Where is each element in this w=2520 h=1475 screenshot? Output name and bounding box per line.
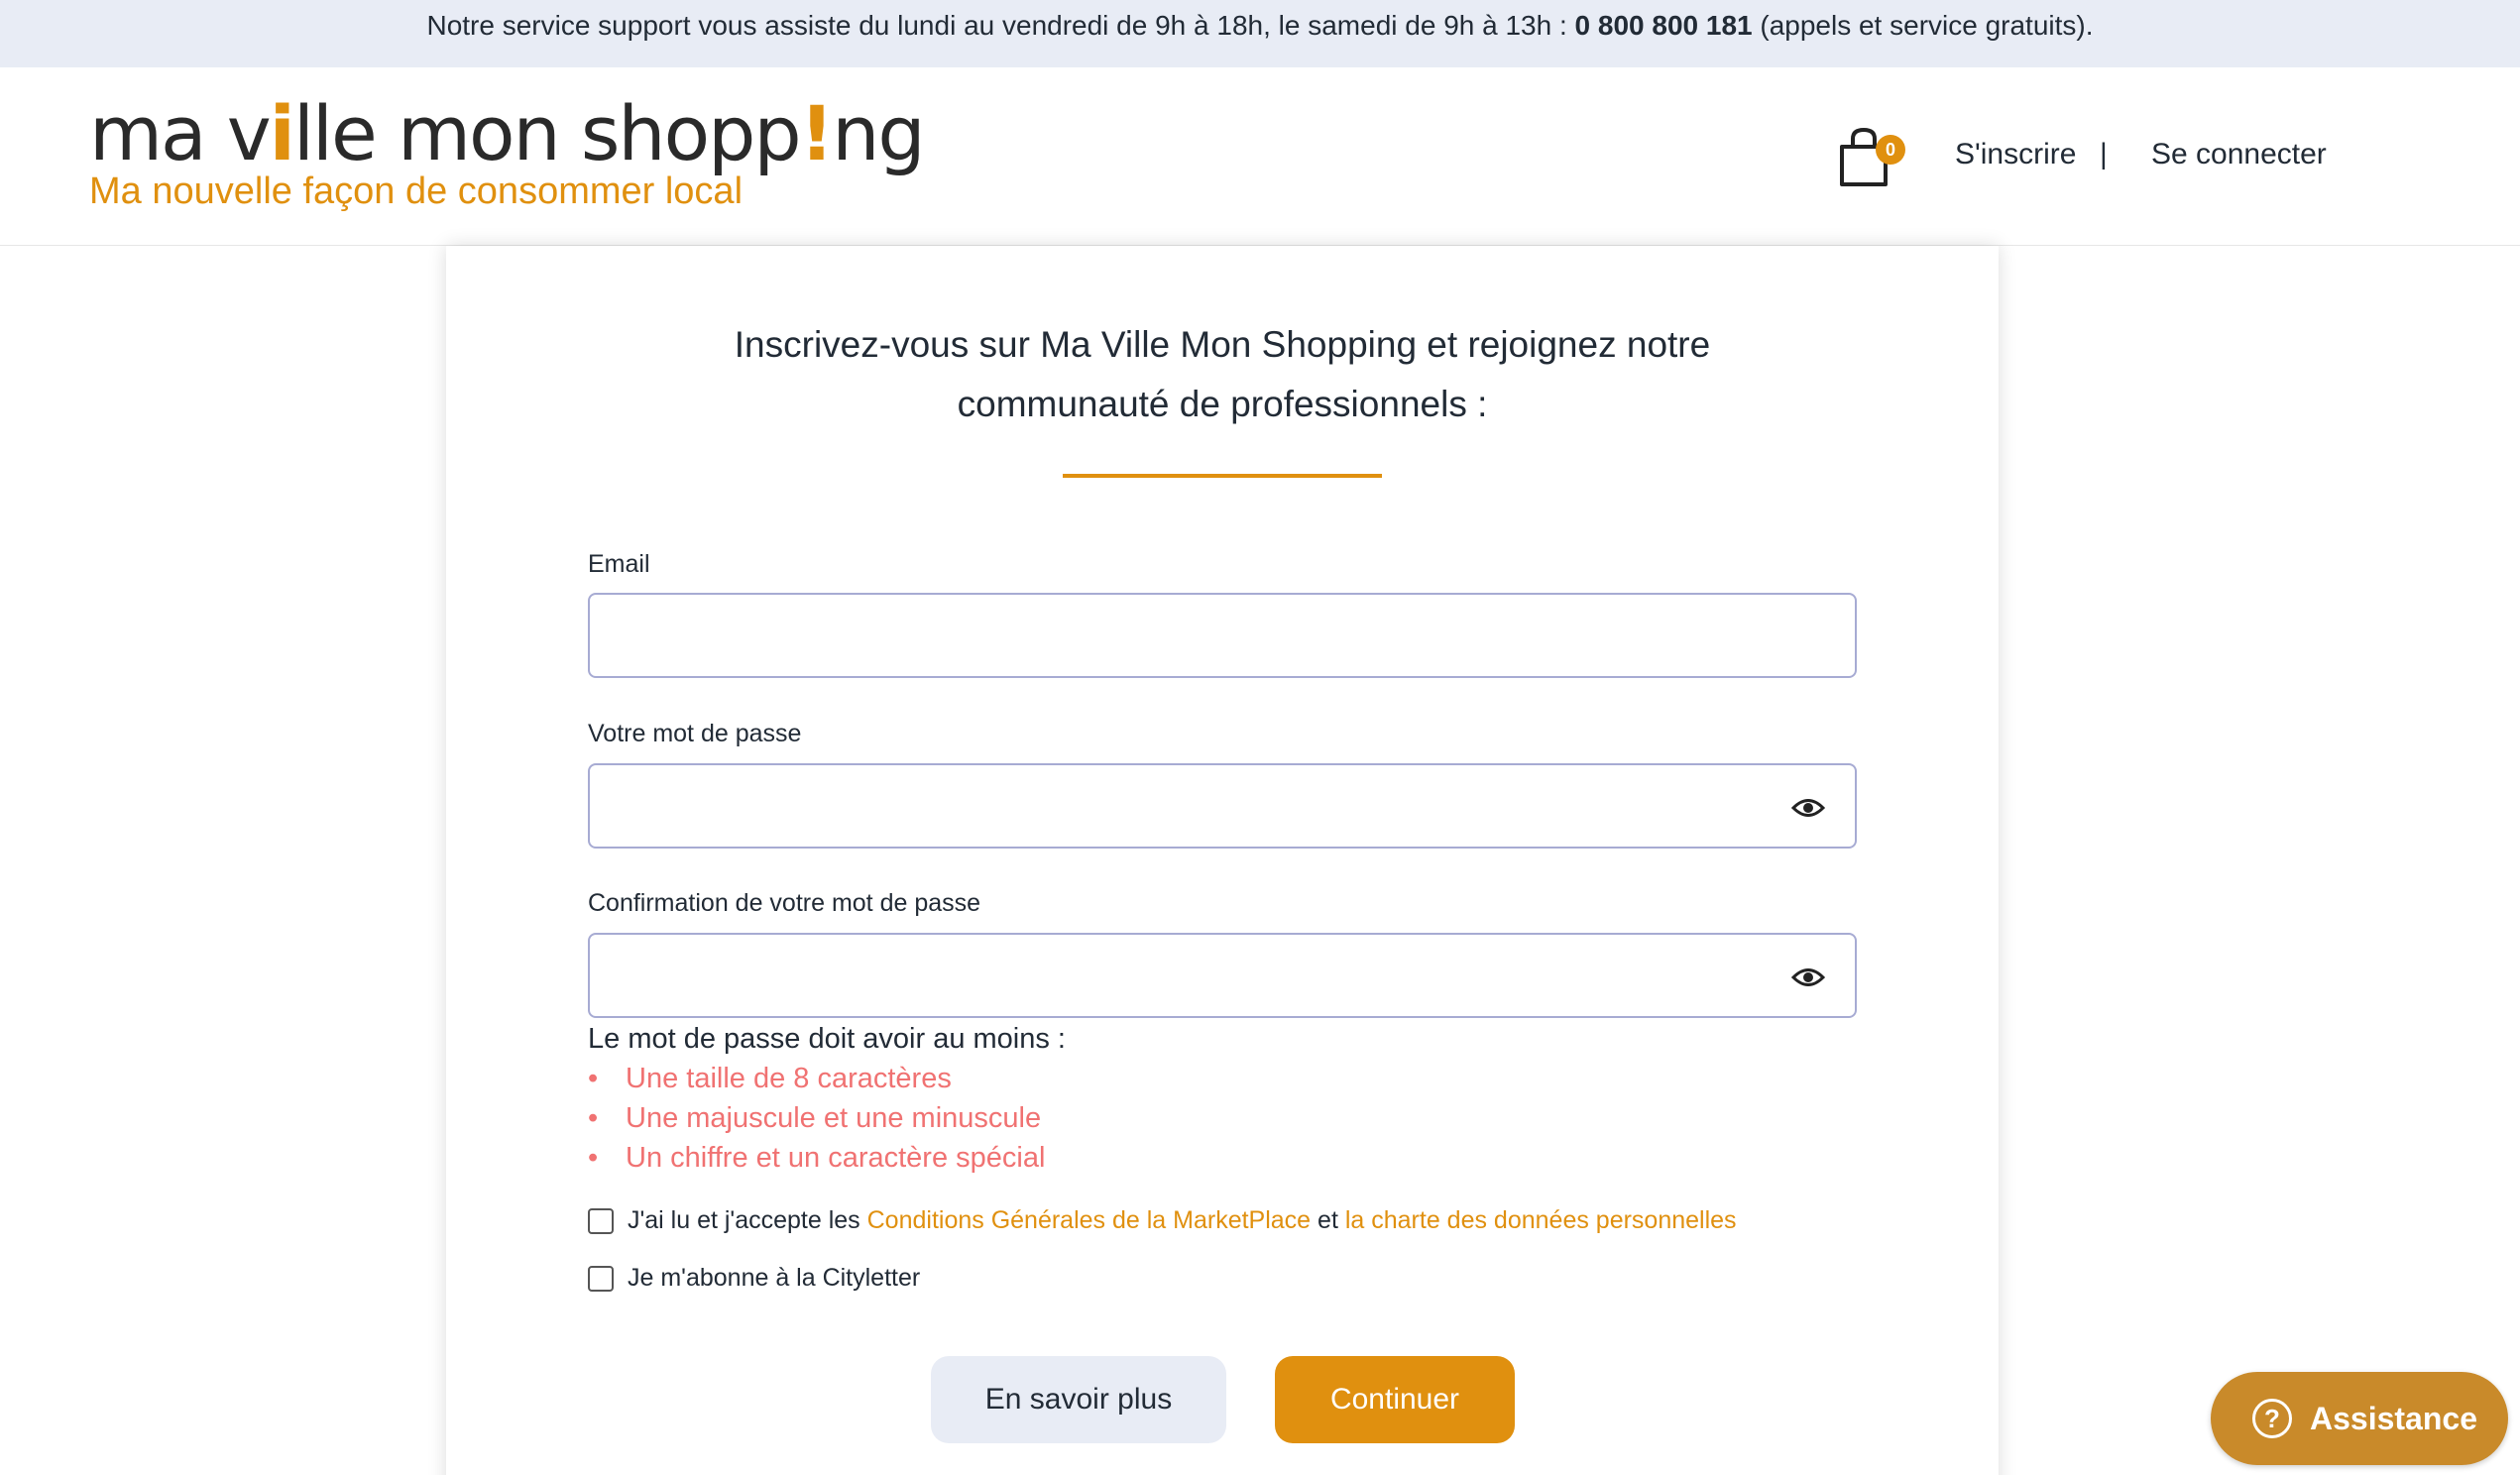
assistance-label: Assistance	[2310, 1401, 2477, 1436]
site-header: ma ville mon shopp!ng Ma nouvelle façon …	[0, 67, 2520, 246]
question-icon: ?	[2252, 1399, 2292, 1438]
password-rule-text: Un chiffre et un caractère spécial	[626, 1142, 1046, 1174]
cart-count-badge: 0	[1876, 135, 1905, 165]
email-label: Email	[588, 550, 650, 578]
signup-card: Inscrivez-vous sur Ma Ville Mon Shopping…	[446, 246, 1999, 1475]
password-rules-heading: Le mot de passe doit avoir au moins :	[588, 1023, 1066, 1055]
logo-text-1: ma v	[89, 89, 272, 177]
login-link[interactable]: Se connecter	[2151, 135, 2327, 174]
page-title: Inscrivez-vous sur Ma Ville Mon Shopping…	[446, 315, 1999, 434]
support-banner: Notre service support vous assiste du lu…	[0, 0, 2520, 67]
newsletter-row: Je m'abonne à la Cityletter	[588, 1261, 920, 1295]
privacy-link[interactable]: la charte des données personnelles	[1345, 1206, 1737, 1234]
learn-more-button[interactable]: En savoir plus	[931, 1356, 1226, 1443]
signup-link[interactable]: S'inscrire	[1955, 135, 2076, 174]
terms-prefix: J'ai lu et j'accepte les	[628, 1206, 867, 1234]
eye-icon[interactable]	[1791, 797, 1825, 819]
support-phone[interactable]: 0 800 800 181	[1575, 10, 1753, 41]
terms-link[interactable]: Conditions Générales de la MarketPlace	[867, 1206, 1311, 1234]
bullet-icon: •	[588, 1063, 599, 1094]
title-divider	[1063, 474, 1382, 478]
newsletter-label: Je m'abonne à la Cityletter	[628, 1264, 921, 1292]
password-label: Votre mot de passe	[588, 720, 802, 747]
confirm-password-field[interactable]	[588, 933, 1857, 1018]
confirm-password-label: Confirmation de votre mot de passe	[588, 889, 981, 917]
header-separator: |	[2100, 138, 2108, 170]
continue-button[interactable]: Continuer	[1275, 1356, 1515, 1443]
terms-mid: et	[1311, 1206, 1345, 1234]
logo-accent-exclaim: !	[799, 89, 835, 177]
password-rule: • Une majuscule et une minuscule	[588, 1098, 1041, 1138]
logo-text-3: ng	[832, 89, 925, 177]
bullet-icon: •	[588, 1102, 599, 1134]
email-field[interactable]	[588, 593, 1857, 678]
password-rule-text: Une majuscule et une minuscule	[626, 1102, 1042, 1134]
title-line-1: Inscrivez-vous sur Ma Ville Mon Shopping…	[734, 324, 1711, 365]
password-field[interactable]	[588, 763, 1857, 849]
password-rule: • Une taille de 8 caractères	[588, 1059, 952, 1098]
logo-text-2: lle mon shopp	[292, 89, 802, 177]
newsletter-checkbox[interactable]	[588, 1266, 614, 1293]
eye-icon[interactable]	[1791, 966, 1825, 988]
terms-row: J'ai lu et j'accepte les Conditions Géné…	[588, 1203, 1737, 1237]
password-rule: • Un chiffre et un caractère spécial	[588, 1138, 1045, 1178]
assistance-button[interactable]: ? Assistance	[2211, 1372, 2508, 1465]
logo-accent-i: i	[269, 89, 295, 177]
password-rule-text: Une taille de 8 caractères	[626, 1063, 952, 1094]
title-line-2: communauté de professionnels :	[957, 384, 1488, 424]
support-text-end: (appels et service gratuits).	[1752, 10, 2094, 41]
support-text: Notre service support vous assiste du lu…	[426, 10, 1575, 41]
site-logo[interactable]: ma ville mon shopp!ng	[89, 89, 926, 178]
logo-tagline: Ma nouvelle façon de consommer local	[89, 170, 744, 212]
terms-checkbox[interactable]	[588, 1208, 614, 1235]
bullet-icon: •	[588, 1142, 599, 1174]
